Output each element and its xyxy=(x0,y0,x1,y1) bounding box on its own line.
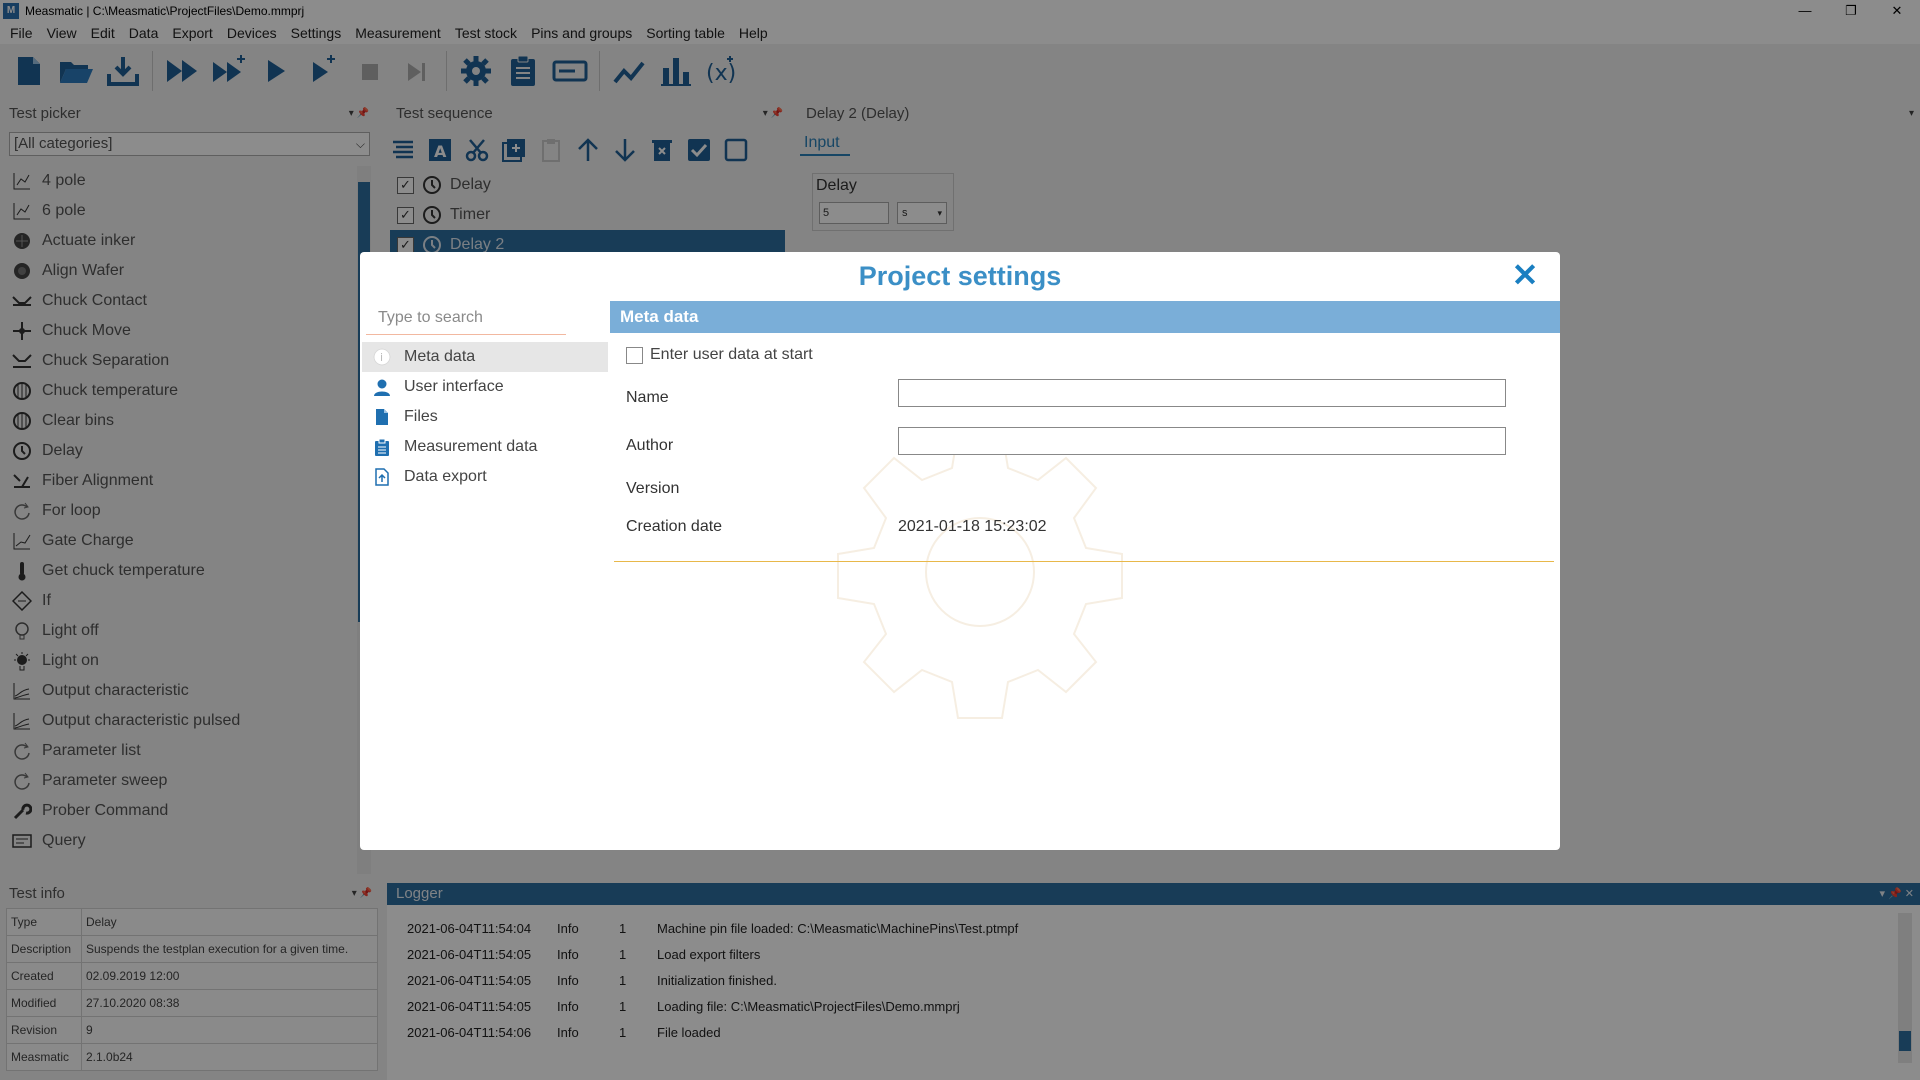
nav-item-user-interface[interactable]: User interface xyxy=(362,372,608,402)
close-icon[interactable]: ✕ xyxy=(1510,259,1540,291)
nav-item-label: User interface xyxy=(404,378,504,395)
nav-item-label: Measurement data xyxy=(404,438,538,455)
settings-search-input[interactable]: Type to search xyxy=(366,301,566,335)
project-settings-dialog: Project settings ✕ Type to search i Meta… xyxy=(360,252,1560,850)
section-header: Meta data xyxy=(610,301,1560,333)
nav-item-label: Files xyxy=(404,408,438,425)
clipboard-icon xyxy=(372,437,392,457)
nav-item-meta-data[interactable]: i Meta data xyxy=(362,342,608,372)
nav-item-label: Meta data xyxy=(404,348,476,365)
creation-date-label: Creation date xyxy=(626,518,723,535)
file-icon xyxy=(372,407,392,427)
enter-user-data-label: Enter user data at start xyxy=(650,346,813,363)
author-label: Author xyxy=(626,437,674,454)
dialog-title: Project settings xyxy=(858,261,1062,291)
info-icon: i xyxy=(372,347,392,367)
name-field[interactable] xyxy=(898,379,1506,407)
svg-text:i: i xyxy=(380,351,383,364)
nav-item-data-export[interactable]: Data export xyxy=(362,462,608,492)
creation-date-value: 2021-01-18 15:23:02 xyxy=(898,518,1047,535)
user-icon xyxy=(372,377,392,397)
export-icon xyxy=(372,467,392,487)
enter-user-data-checkbox[interactable] xyxy=(626,346,643,364)
name-label: Name xyxy=(626,389,669,406)
enter-user-data-row[interactable]: Enter user data at start xyxy=(626,346,813,364)
form-divider xyxy=(614,561,1554,562)
nav-item-files[interactable]: Files xyxy=(362,402,608,432)
nav-item-measurement-data[interactable]: Measurement data xyxy=(362,432,608,462)
version-label: Version xyxy=(626,480,680,497)
author-field[interactable] xyxy=(898,427,1506,455)
gear-watermark-icon xyxy=(837,431,1123,719)
nav-item-label: Data export xyxy=(404,468,487,485)
settings-nav: i Meta data User interface Files Measure… xyxy=(362,342,608,492)
